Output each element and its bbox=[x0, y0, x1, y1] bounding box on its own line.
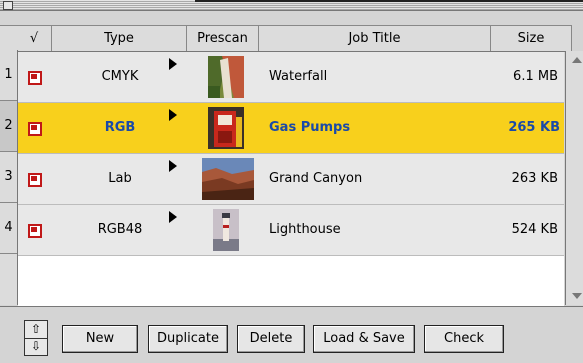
expand-arrow-icon[interactable] bbox=[169, 160, 177, 172]
row-job-title: Waterfall bbox=[269, 69, 328, 84]
vertical-scrollbar[interactable] bbox=[565, 51, 583, 305]
column-header: √ Type Prescan Job Title Size bbox=[17, 25, 572, 52]
check-button[interactable]: Check bbox=[424, 325, 504, 353]
table-row-selected[interactable]: RGB Gas Pumps 265 KB bbox=[18, 103, 564, 154]
move-down-icon[interactable]: ⇩ bbox=[25, 338, 47, 355]
expand-arrow-icon[interactable] bbox=[169, 58, 177, 70]
header-job-title[interactable]: Job Title bbox=[259, 26, 491, 51]
row-size: 524 KB bbox=[511, 222, 558, 237]
row-number[interactable]: 3 bbox=[0, 152, 17, 203]
row-job-title: Lighthouse bbox=[269, 222, 341, 237]
header-type[interactable]: Type bbox=[52, 26, 187, 51]
duplicate-button[interactable]: Duplicate bbox=[148, 325, 228, 353]
row-checkbox[interactable] bbox=[28, 71, 42, 85]
scroll-up-arrow-icon[interactable] bbox=[572, 57, 582, 63]
row-job-title: Gas Pumps bbox=[269, 120, 351, 135]
row-size: 6.1 MB bbox=[513, 69, 558, 84]
row-checkbox[interactable] bbox=[28, 224, 42, 238]
job-list: CMYK Waterfall 6.1 MB RGB Gas Pumps 265 … bbox=[18, 51, 564, 306]
table-row[interactable]: CMYK Waterfall 6.1 MB bbox=[18, 52, 564, 103]
waterfall-thumbnail bbox=[208, 56, 244, 98]
scroll-down-arrow-icon[interactable] bbox=[572, 293, 582, 299]
row-checkbox[interactable] bbox=[28, 173, 42, 187]
header-corner bbox=[0, 25, 17, 52]
row-size: 265 KB bbox=[508, 120, 560, 135]
row-type: RGB48 bbox=[97, 222, 143, 237]
expand-arrow-icon[interactable] bbox=[169, 211, 177, 223]
delete-button[interactable]: Delete bbox=[237, 325, 305, 353]
move-row-stepper[interactable]: ⇧ ⇩ bbox=[24, 320, 48, 356]
grand-canyon-thumbnail bbox=[202, 158, 254, 200]
window-tab-edge bbox=[195, 0, 583, 2]
move-up-icon[interactable]: ⇧ bbox=[25, 321, 47, 339]
row-number-column: 1 2 3 4 bbox=[0, 50, 18, 305]
table-row[interactable]: RGB48 Lighthouse 524 KB bbox=[18, 205, 564, 256]
row-job-title: Grand Canyon bbox=[269, 171, 363, 186]
row-number[interactable]: 4 bbox=[0, 203, 17, 254]
row-type: RGB bbox=[104, 120, 136, 135]
row-checkbox[interactable] bbox=[28, 122, 42, 136]
row-number[interactable]: 2 bbox=[0, 101, 17, 152]
expand-arrow-icon[interactable] bbox=[169, 109, 177, 121]
header-prescan[interactable]: Prescan bbox=[187, 26, 259, 51]
header-size[interactable]: Size bbox=[491, 26, 572, 51]
row-type: Lab bbox=[108, 171, 132, 186]
job-list-window: √ Type Prescan Job Title Size 1 2 3 4 CM… bbox=[0, 0, 583, 363]
new-button[interactable]: New bbox=[62, 325, 138, 353]
row-type: CMYK bbox=[101, 69, 139, 84]
gas-pumps-thumbnail bbox=[208, 107, 244, 149]
lighthouse-thumbnail bbox=[213, 209, 239, 251]
row-size: 263 KB bbox=[511, 171, 558, 186]
bottom-toolbar: ⇧ ⇩ New Duplicate Delete Load & Save Che… bbox=[0, 306, 583, 363]
table-row[interactable]: Lab Grand Canyon 263 KB bbox=[18, 154, 564, 205]
close-box[interactable] bbox=[3, 1, 13, 10]
row-number[interactable]: 1 bbox=[0, 50, 17, 101]
load-save-button[interactable]: Load & Save bbox=[313, 325, 415, 353]
header-check[interactable]: √ bbox=[17, 26, 52, 51]
